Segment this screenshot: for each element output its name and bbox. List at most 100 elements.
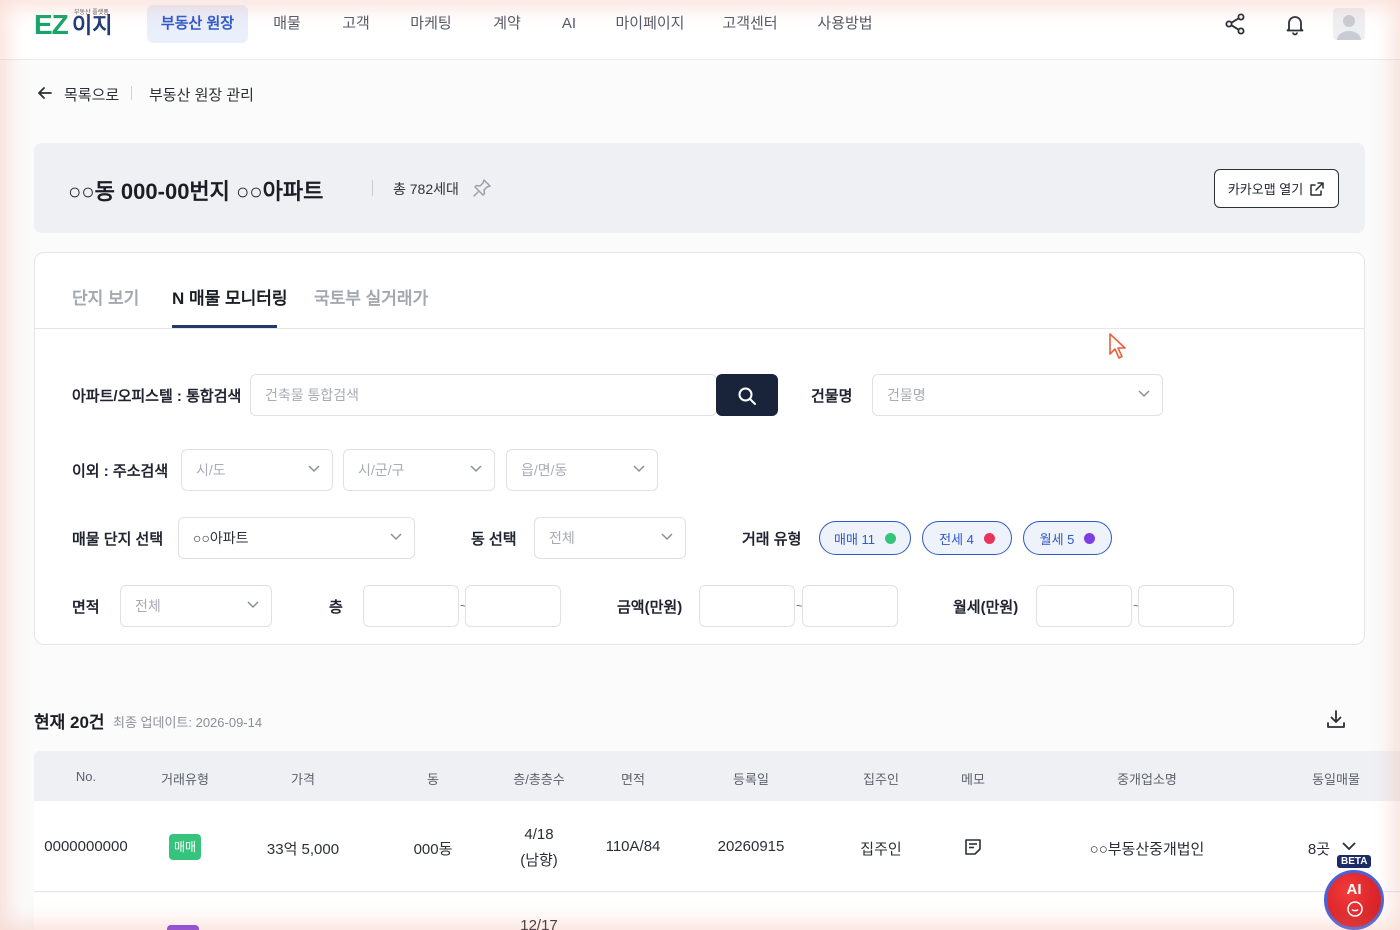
column-header-area[interactable]: 면적 [621, 769, 645, 788]
deal-type-badge [167, 925, 199, 930]
sale-dot-icon [885, 532, 897, 544]
bell-icon[interactable] [1283, 12, 1307, 36]
floor-min-input[interactable] [363, 585, 459, 627]
column-header-same-listing[interactable]: 동일매물 [1312, 769, 1360, 788]
ai-assistant-label: AI [1346, 881, 1362, 898]
deal-chip-jeonse-label: 전세 4 [939, 531, 974, 547]
dong-select[interactable]: 전체 [534, 517, 686, 559]
nav-item-customers[interactable]: 고객 [334, 5, 378, 43]
deal-chip-monthly[interactable]: 월세 5 [1023, 521, 1112, 555]
cell-floor: 12/17 [520, 917, 558, 930]
back-arrow-icon[interactable] [36, 84, 54, 102]
chevron-down-icon [308, 465, 320, 473]
column-header-agency[interactable]: 중개업소명 [1117, 769, 1177, 788]
floor-max-input[interactable] [465, 585, 561, 627]
price-max-input[interactable] [802, 585, 898, 627]
column-header-deal-type[interactable]: 거래유형 [161, 769, 209, 788]
open-kakao-map-button[interactable]: 카카오맵 열기 [1214, 169, 1339, 208]
complex-select-value: ○○아파트 [193, 530, 249, 546]
rent-max-input[interactable] [1138, 585, 1234, 627]
cell-dong: 000동 [413, 841, 453, 858]
chevron-down-icon [661, 533, 673, 541]
back-to-list-link[interactable]: 목록으로 [64, 84, 119, 105]
open-kakao-map-label: 카카오맵 열기 [1227, 182, 1304, 197]
memo-icon[interactable] [964, 838, 982, 856]
complex-select[interactable]: ○○아파트 [178, 517, 415, 559]
chevron-down-icon [470, 465, 482, 473]
table-header: No. 거래유형 가격 동 층/총층수 면적 등록일 집주인 메모 중개업소명 … [34, 751, 1400, 801]
building-name-placeholder: 건물명 [887, 387, 926, 403]
floor-label: 층 [329, 599, 343, 616]
cell-floor: 4/18 [524, 826, 554, 843]
tab-n-listing-monitoring[interactable]: N 매물 모니터링 [172, 284, 288, 309]
ez-logo[interactable]: 부동산 플랫폼 EZ 이지 [34, 10, 114, 40]
sigungu-placeholder: 시/군/구 [358, 462, 405, 478]
breadcrumb-current: 부동산 원장 관리 [149, 87, 254, 104]
expand-chevron-icon[interactable] [1342, 841, 1356, 851]
nav-item-marketing[interactable]: 마케팅 [403, 5, 459, 43]
cell-no: 0000000000 [44, 838, 128, 855]
nav-item-contract[interactable]: 계약 [486, 5, 528, 43]
ai-assistant-button[interactable]: AI [1324, 870, 1384, 930]
share-icon[interactable] [1223, 12, 1247, 36]
deal-chip-jeonse[interactable]: 전세 4 [922, 521, 1012, 555]
column-header-dong[interactable]: 동 [427, 769, 439, 788]
cell-owner: 집주인 [860, 841, 902, 858]
nav-item-support[interactable]: 고객센터 [717, 5, 783, 43]
logo-sub: 이지 [72, 13, 113, 38]
cell-reg-date: 20260915 [717, 838, 785, 855]
chat-bubble-icon [1347, 901, 1363, 917]
nav-item-listings[interactable]: 매물 [265, 5, 309, 43]
sigungu-select[interactable]: 시/군/구 [343, 449, 495, 491]
sido-select[interactable]: 시/도 [181, 449, 333, 491]
household-count: 총 782세대 [393, 181, 459, 197]
sido-placeholder: 시/도 [196, 462, 226, 478]
cell-agency: ○○부동산중개법인 [1089, 841, 1205, 858]
mouse-cursor-icon [1109, 333, 1126, 359]
building-name-label: 건물명 [811, 388, 853, 405]
column-header-floor[interactable]: 층/총층수 [513, 769, 564, 788]
chevron-down-icon [1138, 390, 1150, 398]
area-select[interactable]: 전체 [120, 585, 272, 627]
price-label: 금액(만원) [617, 599, 683, 616]
building-name-select[interactable]: 건물명 [872, 374, 1163, 416]
user-icon [1337, 15, 1361, 40]
rent-min-input[interactable] [1036, 585, 1132, 627]
top-navigation: 부동산 플랫폼 EZ 이지 부동산 원장 매물 고객 마케팅 계약 AI 마이페… [0, 0, 1400, 60]
integrated-search-input[interactable]: 건축물 통합검색 [250, 374, 717, 416]
nav-item-howto[interactable]: 사용방법 [810, 5, 880, 43]
area-label: 면적 [72, 599, 100, 616]
nav-item-realestate-ledger[interactable]: 부동산 원장 [147, 5, 248, 43]
pin-icon[interactable] [471, 177, 493, 199]
breadcrumb-divider [131, 86, 132, 100]
header-divider [372, 180, 373, 196]
table-row[interactable]: 12/17 [34, 893, 1400, 930]
table-row[interactable]: 0000000000 매매 33억 5,000 000동 4/18 (남향) 1… [34, 801, 1400, 892]
column-header-no[interactable]: No. [76, 769, 96, 784]
tab-molit-transactions[interactable]: 국토부 실거래가 [314, 284, 428, 309]
beta-badge: BETA [1337, 855, 1372, 868]
avatar[interactable] [1333, 8, 1365, 40]
area-select-value: 전체 [135, 598, 161, 614]
column-header-price[interactable]: 가격 [291, 769, 315, 788]
filter-panel: 단지 보기 N 매물 모니터링 국토부 실거래가 아파트/오피스텔 : 통합검색… [34, 252, 1365, 645]
eupmyeondong-select[interactable]: 읍/면/동 [506, 449, 658, 491]
nav-item-mypage[interactable]: 마이페이지 [610, 5, 690, 43]
address-search-label: 이외 : 주소검색 [72, 463, 169, 480]
download-icon[interactable] [1325, 708, 1347, 730]
cell-same-listing: 8곳 [1307, 841, 1331, 858]
integrated-search-label: 아파트/오피스텔 : 통합검색 [72, 388, 242, 405]
price-min-input[interactable] [699, 585, 795, 627]
tab-complex-view[interactable]: 단지 보기 [72, 284, 139, 309]
column-header-owner[interactable]: 집주인 [863, 769, 899, 788]
monthly-dot-icon [1084, 532, 1096, 544]
column-header-memo[interactable]: 메모 [961, 769, 985, 788]
dong-select-label: 동 선택 [471, 531, 517, 548]
nav-item-ai[interactable]: AI [555, 5, 583, 43]
column-header-reg-date[interactable]: 등록일 [733, 769, 769, 788]
logo-main: EZ [34, 9, 69, 40]
search-icon [738, 387, 756, 405]
search-button[interactable] [716, 374, 778, 416]
deal-type-label: 거래 유형 [742, 531, 802, 548]
deal-chip-sale[interactable]: 매매 11 [819, 521, 911, 555]
